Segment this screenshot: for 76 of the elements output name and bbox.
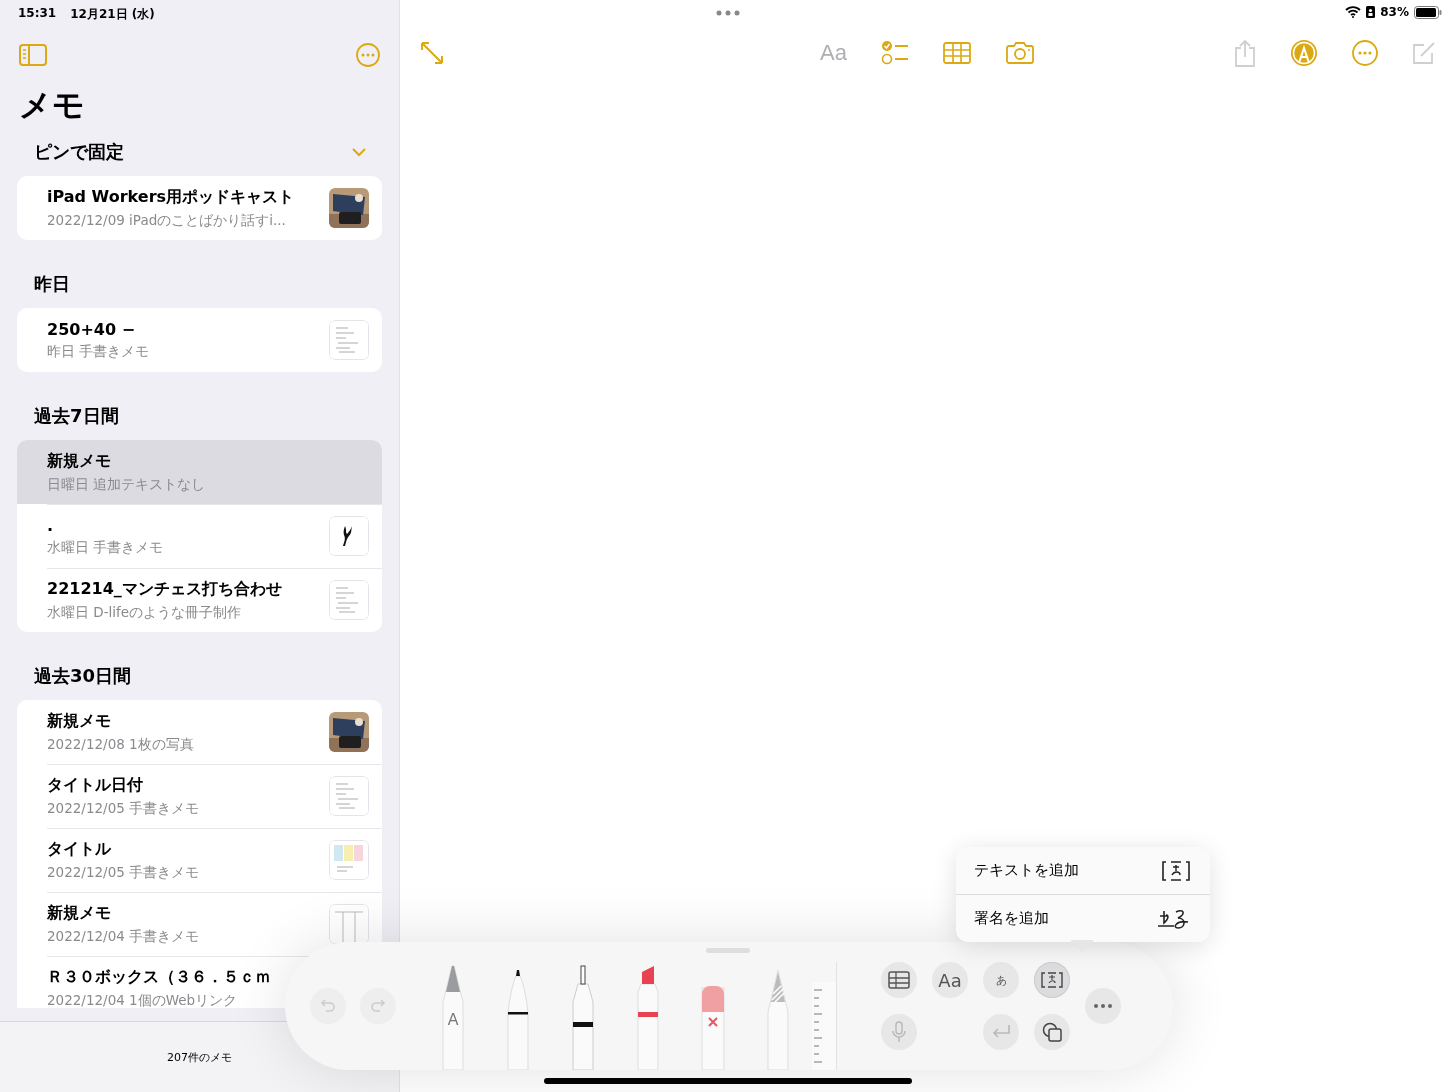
note-row[interactable]: タイトル 2022/12/05 手書きメモ	[17, 828, 382, 892]
section-title: 昨日	[34, 272, 70, 296]
kana-button[interactable]: あ	[983, 962, 1019, 998]
note-row[interactable]: . 水曜日 手書きメモ	[17, 504, 382, 568]
section-title: ピンで固定	[34, 140, 124, 164]
note-subtitle: 水曜日 D-lifeのような冊子制作	[47, 603, 242, 622]
drawing-thumbnail	[329, 516, 369, 556]
return-icon	[991, 1024, 1011, 1040]
table-icon[interactable]	[942, 42, 971, 64]
more-icon	[1093, 1003, 1113, 1009]
expand-icon[interactable]	[420, 41, 444, 65]
note-subtitle: 2022/12/04 手書きメモ	[47, 927, 200, 946]
table-icon	[888, 971, 910, 989]
note-row[interactable]: タイトル日付 2022/12/05 手書きメモ	[17, 764, 382, 828]
note-title: Ｒ３０ボックス（３６．５ｃｍ	[47, 966, 271, 988]
battery-icon	[1414, 5, 1442, 19]
status-date: 12月21日 (水)	[70, 6, 155, 23]
redo-icon	[370, 998, 386, 1014]
note-title: 新規メモ	[47, 450, 111, 472]
menu-item-label: 署名を追加	[974, 909, 1049, 928]
note-subtitle: 2022/12/05 手書きメモ	[47, 799, 200, 818]
menu-item[interactable]: テキストを追加	[956, 847, 1210, 894]
note-title: タイトル	[47, 838, 111, 860]
note-count: 207件のメモ	[167, 1049, 232, 1065]
camera-icon[interactable]	[1004, 41, 1035, 65]
lock-icon	[1366, 6, 1376, 18]
multitask-icon[interactable]	[716, 10, 740, 16]
handwriting-thumbnail	[329, 776, 369, 816]
section-title: 過去7日間	[34, 404, 119, 428]
text-box-icon	[1041, 972, 1063, 988]
status-time: 15:31	[18, 6, 57, 22]
note-subtitle: 2022/12/08 1枚の写真	[47, 735, 194, 754]
note-row[interactable]: iPad Workers用ポッドキャスト 2022/12/09 iPadのことばかり話すi...	[17, 176, 382, 240]
note-row[interactable]: 新規メモ 日曜日 追加テキストなし	[17, 440, 382, 504]
textbox-button[interactable]	[1034, 962, 1070, 998]
note-title: .	[47, 515, 54, 535]
text-box-icon	[1162, 860, 1190, 881]
more-icon[interactable]	[1352, 40, 1378, 66]
note-title: 221214_マンチェス打ち合わせ	[47, 578, 282, 600]
handwriting-thumbnail	[329, 580, 369, 620]
note-row[interactable]: Ｒ３０ボックス（３６．５ｃｍ 2022/12/04 1個のWebリンク	[17, 956, 382, 1008]
note-row[interactable]: 250+40 − 昨日 手書きメモ	[17, 308, 382, 372]
note-title: iPad Workers用ポッドキャスト	[47, 186, 295, 208]
note-subtitle: 日曜日 追加テキストなし	[47, 475, 206, 494]
section-title: 過去30日間	[34, 664, 132, 688]
shapes-button[interactable]	[1034, 1014, 1070, 1050]
undo-icon	[320, 998, 336, 1014]
note-subtitle: 2022/12/05 手書きメモ	[47, 863, 200, 882]
note-title: 250+40 −	[47, 319, 136, 339]
handwriting-thumbnail	[329, 320, 369, 360]
note-row[interactable]: 新規メモ 2022/12/04 手書きメモ	[17, 892, 382, 956]
note-subtitle: 2022/12/04 1個のWebリンク	[47, 991, 238, 1008]
note-subtitle: 昨日 手書きメモ	[47, 342, 150, 361]
sidebar-title: メモ	[19, 85, 86, 126]
more-icon[interactable]	[356, 43, 380, 67]
wifi-icon	[1345, 6, 1362, 18]
palette-handle[interactable]	[706, 948, 750, 953]
menu-item-label: テキストを追加	[974, 861, 1079, 880]
more-button[interactable]	[1085, 988, 1121, 1024]
battery-percent: 83%	[1380, 5, 1409, 19]
table-button[interactable]	[881, 962, 917, 998]
handwriting-thumbnail	[329, 840, 369, 880]
format-button[interactable]: Aa	[932, 962, 968, 998]
chevron-icon[interactable]	[352, 147, 366, 157]
note-title: 新規メモ	[47, 902, 111, 924]
note-title: 新規メモ	[47, 710, 111, 732]
note-subtitle: 2022/12/09 iPadのことばかり話すi...	[47, 211, 286, 230]
shapes-icon	[1042, 1022, 1062, 1042]
note-row[interactable]: 221214_マンチェス打ち合わせ 水曜日 D-lifeのような冊子制作	[17, 568, 382, 632]
markup-icon[interactable]	[1290, 39, 1318, 67]
note-row[interactable]: 新規メモ 2022/12/08 1枚の写真	[17, 700, 382, 764]
microphone-icon	[891, 1021, 907, 1043]
checklist-icon[interactable]	[880, 40, 909, 66]
note-subtitle: 水曜日 手書きメモ	[47, 538, 164, 557]
sidebar-icon[interactable]	[19, 44, 47, 66]
note-title: タイトル日付	[47, 774, 143, 796]
